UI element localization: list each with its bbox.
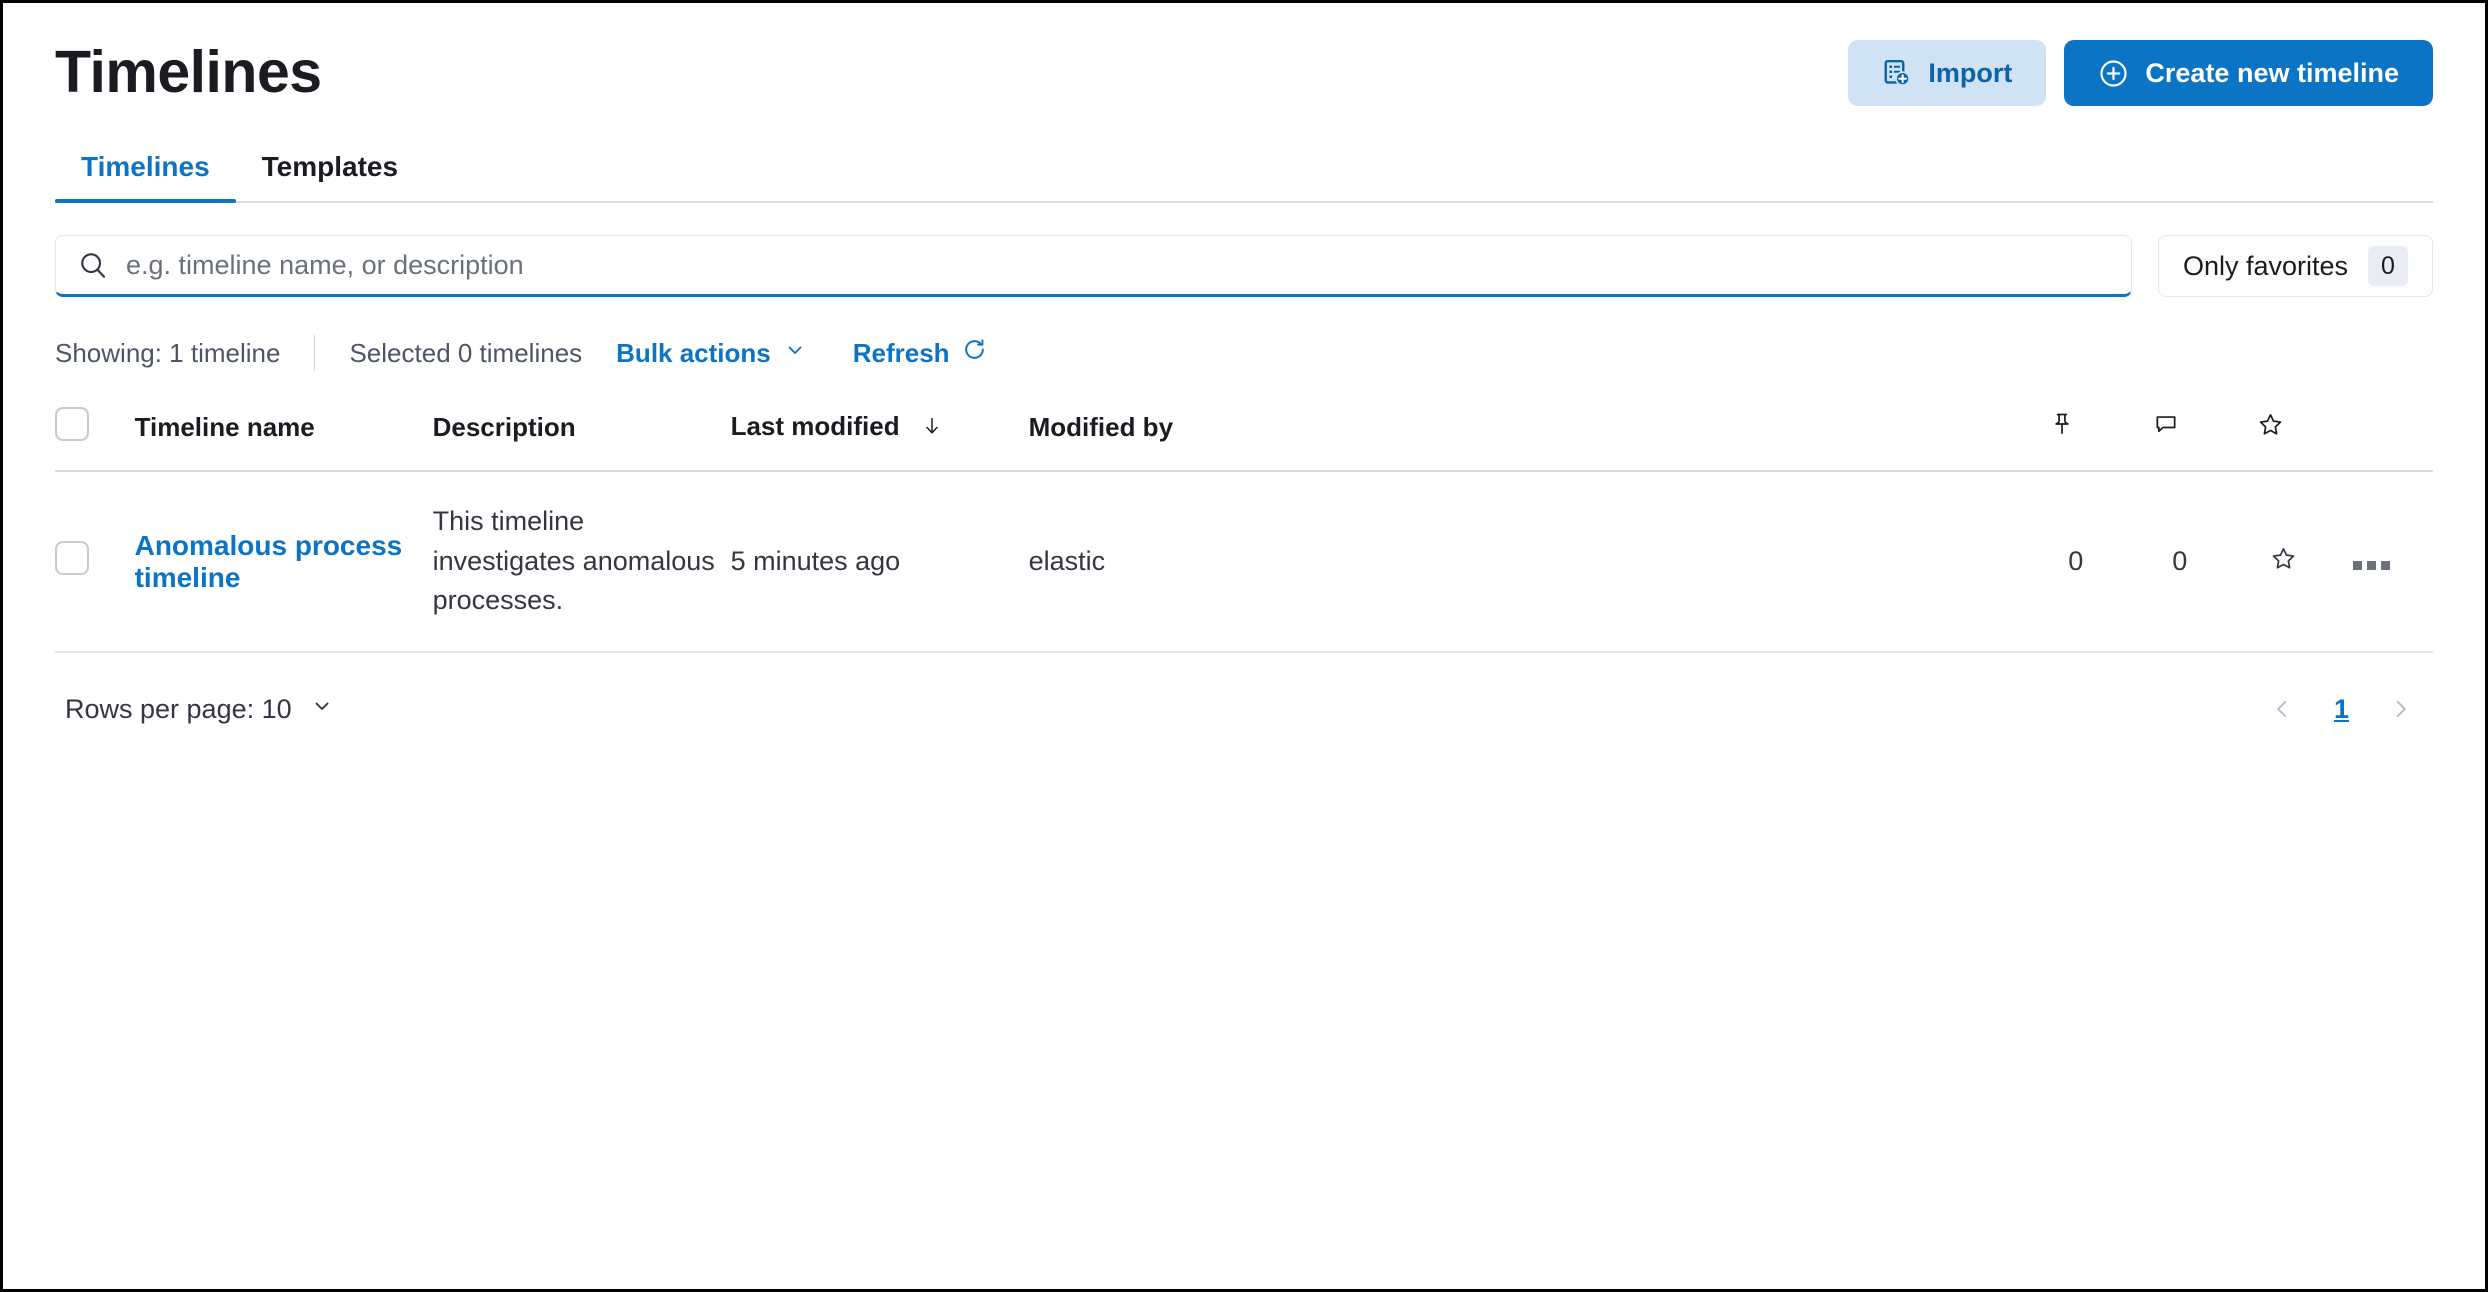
- previous-page-button[interactable]: [2260, 687, 2304, 731]
- row-more-actions-button[interactable]: [2310, 471, 2433, 654]
- select-all-checkbox[interactable]: [55, 407, 89, 441]
- column-header-pinned: [2049, 393, 2103, 472]
- import-button-label: Import: [1928, 57, 2013, 88]
- table-utility-bar: Showing: 1 timeline Selected 0 timelines…: [55, 331, 2433, 375]
- column-header-description[interactable]: Description: [432, 393, 731, 472]
- column-header-name[interactable]: Timeline name: [134, 393, 433, 472]
- timeline-name-link[interactable]: Anomalous process timeline: [135, 530, 403, 593]
- search-row: Only favorites 0: [55, 235, 2433, 297]
- rows-per-page-select[interactable]: Rows per page: 10: [65, 694, 334, 725]
- timelines-page: Timelines Import Create new timeline Tim…: [0, 0, 2488, 1292]
- row-name-cell: Anomalous process timeline: [134, 471, 433, 654]
- row-modified-by-cell: elastic: [1028, 471, 2050, 654]
- import-button[interactable]: Import: [1848, 40, 2047, 106]
- select-all-header: [55, 393, 135, 472]
- only-favorites-count: 0: [2368, 246, 2408, 286]
- refresh-icon: [962, 337, 987, 369]
- page-title: Timelines: [55, 39, 322, 106]
- table-header-row: Timeline name Description Last modified …: [55, 393, 2433, 472]
- column-header-last-modified-label: Last modified: [730, 411, 900, 441]
- row-favorite-button[interactable]: [2257, 471, 2311, 654]
- tab-bar: Timelines Templates: [55, 129, 2433, 203]
- search-input[interactable]: [126, 249, 2131, 281]
- column-header-modified-by[interactable]: Modified by: [1028, 393, 2050, 472]
- column-header-last-modified[interactable]: Last modified: [730, 393, 1029, 472]
- selected-count: Selected 0 timelines: [349, 337, 583, 368]
- row-description-cell: This timeline investigates anomalous pro…: [432, 471, 731, 654]
- page-header: Timelines Import Create new timeline: [55, 3, 2433, 113]
- sort-descending-icon: [921, 413, 943, 443]
- only-favorites-label: Only favorites: [2182, 250, 2348, 281]
- timelines-table: Timeline name Description Last modified …: [55, 393, 2433, 654]
- tab-templates[interactable]: Templates: [236, 151, 424, 201]
- column-header-favorite: [2257, 393, 2311, 472]
- table-footer: Rows per page: 10 1: [55, 687, 2433, 731]
- refresh-label: Refresh: [852, 337, 950, 368]
- next-page-button[interactable]: [2379, 687, 2423, 731]
- pin-icon: [2049, 413, 2075, 443]
- create-button-label: Create new timeline: [2145, 57, 2399, 88]
- tab-timelines[interactable]: Timelines: [55, 151, 236, 203]
- refresh-button[interactable]: Refresh: [853, 337, 987, 369]
- table-row: Anomalous process timeline This timeline…: [55, 471, 2433, 654]
- row-checkbox[interactable]: [55, 541, 89, 576]
- create-new-timeline-button[interactable]: Create new timeline: [2064, 40, 2433, 106]
- search-icon: [78, 250, 108, 280]
- chevron-down-icon: [783, 338, 807, 369]
- pagination: 1: [2260, 687, 2423, 731]
- header-actions: Import Create new timeline: [1848, 40, 2433, 106]
- row-pinned-count: 0: [2049, 471, 2103, 654]
- row-notes-count: 0: [2153, 471, 2207, 654]
- only-favorites-filter[interactable]: Only favorites 0: [2157, 235, 2433, 297]
- showing-count: Showing: 1 timeline: [55, 337, 281, 368]
- page-1-button[interactable]: 1: [2326, 694, 2357, 725]
- import-icon: [1882, 58, 1912, 88]
- search-box[interactable]: [55, 235, 2132, 297]
- chevron-down-icon: [310, 694, 334, 725]
- star-icon: [2257, 413, 2284, 444]
- utility-divider: [314, 335, 316, 371]
- row-select-cell: [55, 471, 135, 654]
- rows-per-page-label: Rows per page: 10: [65, 693, 292, 724]
- plus-circle-icon: [2098, 58, 2129, 89]
- row-last-modified-cell: 5 minutes ago: [730, 471, 1029, 654]
- bulk-actions-label: Bulk actions: [616, 337, 771, 368]
- column-header-notes: [2153, 393, 2207, 472]
- bulk-actions-button[interactable]: Bulk actions: [616, 338, 807, 369]
- more-actions-icon: [2353, 561, 2391, 571]
- comment-icon: [2153, 413, 2179, 443]
- star-icon: [2270, 547, 2297, 578]
